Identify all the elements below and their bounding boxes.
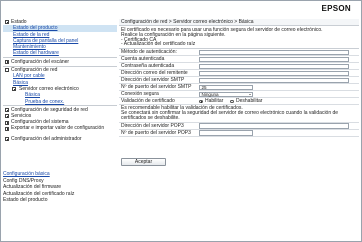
select-value: Ninguna [201,91,219,97]
form-row-pop3-port: Nº de puerto del servidor POP3 [119,130,359,137]
note-line: - Actualización del certificado raíz [121,41,196,48]
expand-icon[interactable] [5,120,9,125]
nav-section-label: Configuración del escáner [11,58,70,65]
nav-item-estado-hardware[interactable]: Estado del hardware [3,50,117,56]
nav-section-escaner[interactable]: Configuración del escáner [3,58,117,66]
expand-icon[interactable] [5,108,9,113]
radio-label: Deshabilitar [236,98,263,105]
chevron-down-icon [249,94,252,96]
smtp-address-input[interactable] [199,77,349,84]
nav-section-exportar[interactable]: Exportar e importar valor de configuraci… [3,124,117,137]
auth-method-select[interactable] [199,49,349,56]
pop3-address-input[interactable] [199,123,349,129]
sender-email-input[interactable] [199,70,349,77]
brand-logo: EPSON [321,4,351,13]
form-row-smtp-port: Nº de puerto del servidor SMTP 25 [119,84,359,92]
form-row-secure-connection: Conexión segura Ninguna [119,91,359,99]
nav-section-label: Exportar e importar valor de configuraci… [11,124,105,131]
form-row-sender: Dirección correo del remitente [119,70,359,78]
sidebar-nav: Estado Estado del producto Estado de la … [3,19,117,143]
sidebar: Estado Estado del producto Estado de la … [3,19,117,237]
account-input[interactable] [199,56,349,63]
expand-icon[interactable] [5,114,9,119]
ok-button[interactable]: Aceptar [121,158,166,166]
smtp-port-input[interactable]: 25 [199,84,253,91]
secure-connection-select[interactable]: Ninguna [199,91,253,98]
nav-item-prueba-conexion[interactable]: Prueba de conex. [3,99,117,105]
expand-icon[interactable] [5,59,9,64]
collapse-icon[interactable] [5,68,9,73]
quick-links: Configuración básica Config DNS/Proxy Ac… [3,171,117,204]
form-row-auth-method: Método de autenticación: [119,49,359,57]
nav-group-label: Servidor correo electrónico [19,85,79,92]
enable-radio[interactable] [199,99,203,104]
form-row-smtp-address: Dirección del servidor SMTP [119,77,359,85]
field-label: Dirección del servidor SMTP [121,77,185,84]
form-row-account: Cuenta autenticada [119,56,359,64]
password-input[interactable] [199,63,349,70]
form-row-password: Contraseña autenticada [119,63,359,71]
field-label: Cuenta autenticada [121,56,165,63]
form-row-pop3-address: Dirección del servidor POP3 [119,123,359,130]
form-row-cert-validation: Validación de certificado Habilitar Desh… [119,98,359,106]
field-label: Nº de puerto del servidor POP3 [121,129,191,136]
field-label: Método de autenticación: [121,49,177,56]
certificate-note: El certificado es necesario para usar un… [119,26,359,47]
main-panel: Configuración de red > Servidor correo e… [119,19,359,237]
field-label: Dirección correo del remitente [121,70,188,77]
pop3-port-input[interactable] [199,130,253,136]
field-label: Nº de puerto del servidor SMTP [121,84,192,91]
cert-warning: Es recomendable habilitar la validación … [119,105,359,123]
email-settings-form: Método de autenticación: Cuenta autentic… [119,48,359,137]
collapse-icon[interactable] [5,20,9,25]
field-label: Dirección del servidor POP3 [121,122,184,129]
field-label: Contraseña autenticada [121,63,175,70]
field-label: Conexión segura [121,91,159,98]
expand-icon[interactable] [5,137,9,142]
disable-radio[interactable] [230,99,234,104]
nav-section-label: Configuración del administrador [11,136,82,143]
expand-icon[interactable] [5,126,9,131]
warning-line: Se conectará sin confirmar la seguridad … [121,109,339,121]
quick-link-estado-producto[interactable]: Estado del producto [3,197,117,204]
nav-section-administrador[interactable]: Configuración del administrador [3,136,117,143]
breadcrumb: Configuración de red > Servidor correo e… [119,19,359,26]
radio-label: Habilitar [205,98,224,105]
field-label: Validación de certificado [121,98,175,105]
header: EPSON [1,1,361,16]
collapse-icon[interactable] [12,87,16,92]
